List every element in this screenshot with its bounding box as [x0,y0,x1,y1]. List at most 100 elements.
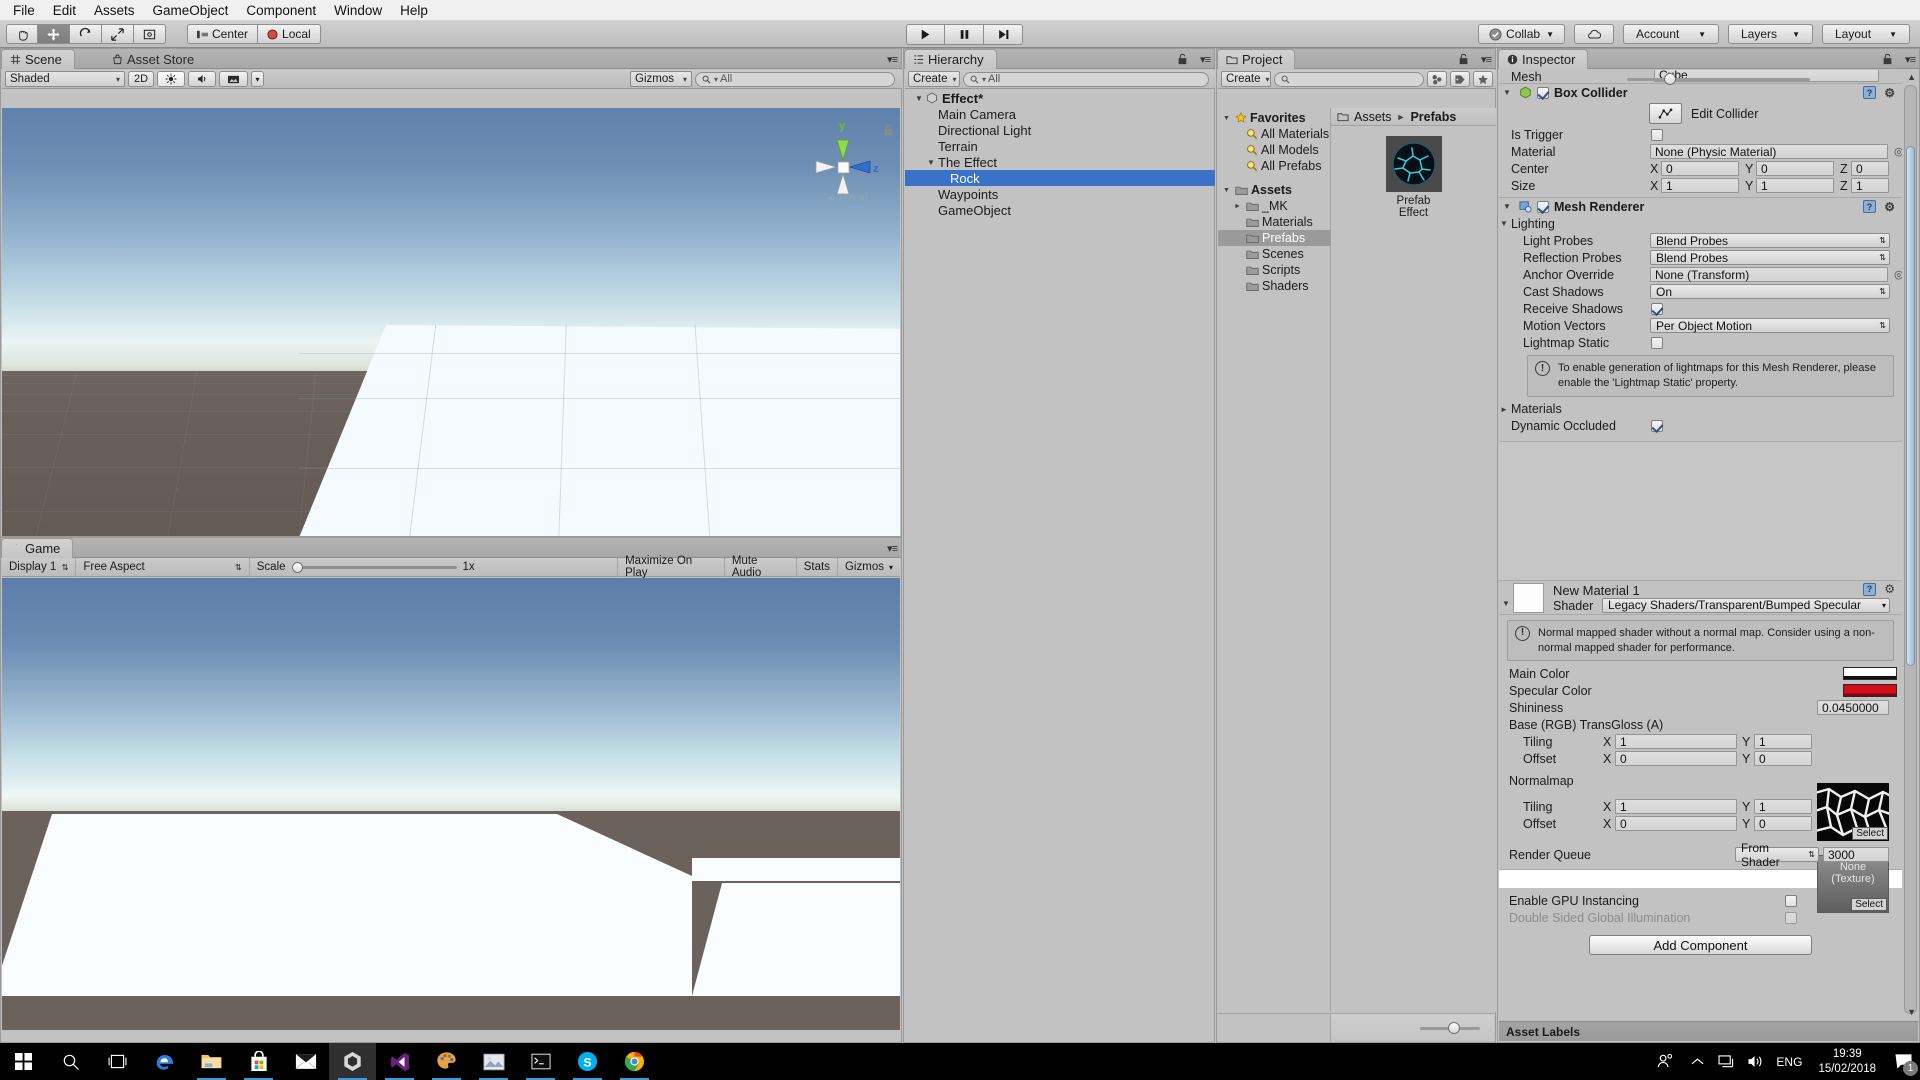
box-collider-header[interactable]: ▼ Box Collider ? ⚙ [1499,83,1902,101]
cloud-button[interactable] [1574,24,1614,44]
game-scale-slider[interactable]: Scale 1x [250,557,619,577]
game-panel-menu-icon[interactable]: ▾≡ [887,542,898,555]
volume-icon[interactable] [1740,1054,1770,1069]
box-collider-foldout-icon[interactable]: ▼ [1503,88,1514,97]
file-explorer-icon[interactable] [188,1043,235,1080]
scene-audio-toggle[interactable] [188,71,217,87]
visual-studio-icon[interactable] [376,1043,423,1080]
hierarchy-create-button[interactable]: Create ▾ [908,71,960,87]
game-viewport[interactable] [2,578,900,1030]
asset-item-prefab-effect[interactable]: Prefab Effect [1384,136,1444,219]
specular-color-swatch[interactable] [1843,684,1897,698]
project-tree[interactable]: ▼ Favorites ▶ All Materials ▶ All Models ▶ All … [1218,108,1331,1012]
scene-gizmos-dropdown[interactable]: Gizmos ▾ [630,71,692,87]
hierarchy-search-input[interactable]: ▾ All [963,71,1209,87]
tab-scene[interactable]: Scene [1,49,75,69]
edit-collider-button[interactable] [1649,103,1682,124]
game-mute-audio-toggle[interactable]: Mute Audio [725,555,797,579]
hand-tool-button[interactable] [6,24,38,44]
move-tool-button[interactable] [38,24,70,44]
project-tree-item-all-models[interactable]: ▶ All Models [1218,142,1330,158]
size-x-field[interactable]: 1 [1661,178,1739,193]
shininess-slider[interactable] [1627,73,1810,85]
normal-tiling-y-field[interactable]: 1 [1754,799,1812,815]
tab-hierarchy[interactable]: Hierarchy [904,49,997,69]
scale-tool-button[interactable] [102,24,134,44]
project-tree-item-prefabs[interactable]: ▶ Prefabs [1218,230,1330,246]
game-display-dropdown[interactable]: Display 1 ⇅ [2,557,77,577]
gpu-instancing-checkbox[interactable] [1785,894,1797,907]
chrome-icon[interactable] [611,1043,658,1080]
pause-button[interactable] [945,24,984,45]
materials-foldout-row[interactable]: ► Materials [1499,401,1902,418]
hierarchy-foldout-icon[interactable]: ▼ [915,94,926,103]
paint-icon[interactable] [423,1043,470,1080]
center-z-field[interactable]: 0 [1851,161,1889,176]
scene-search-input[interactable]: ▾ All [695,71,895,87]
anchor-override-picker-icon[interactable]: ◎ [1894,268,1902,281]
base-texture-preview[interactable]: Select [1817,783,1889,841]
project-tree-item-scripts[interactable]: ▶ Scripts [1218,262,1330,278]
game-maximize-on-play-toggle[interactable]: Maximize On Play [618,555,725,579]
pivot-rotation-button[interactable]: Local [258,24,321,44]
material-settings-icon[interactable]: ⚙ [1884,582,1895,596]
tab-asset-store[interactable]: Asset Store [103,49,207,69]
project-tree-item-shaders[interactable]: ▶ Shaders [1218,278,1330,294]
anchor-override-field[interactable]: None (Transform) [1650,267,1888,282]
dynamic-occluded-checkbox[interactable] [1651,420,1663,433]
inspector-scroll-up-arrow[interactable]: ▲ [1907,72,1916,82]
hierarchy-item-waypoints[interactable]: ▶Waypoints [905,186,1215,202]
project-foldout-icon[interactable]: ▼ [1223,187,1232,194]
scene-panel-menu-icon[interactable]: ▾≡ [887,53,898,66]
breadcrumb-prefabs[interactable]: Prefabs [1410,110,1456,124]
play-button[interactable] [906,24,945,45]
notification-center-icon[interactable]: 1 [1886,1043,1920,1080]
inspector-scrollbar-thumb[interactable] [1906,146,1915,666]
project-tree-item-assets[interactable]: ▼ Assets [1218,182,1330,198]
scene-projection-label[interactable]: ◄ Persp [825,192,868,204]
scene-draw-mode-dropdown[interactable]: Shaded ▾ [5,71,125,87]
normalmap-select-button[interactable]: Select [1851,898,1887,911]
project-tree-item--mk[interactable]: ► _MK [1218,198,1330,214]
menu-file[interactable]: File [4,1,44,20]
rect-tool-button[interactable] [134,24,166,44]
lighting-foldout-row[interactable]: ▼ Lighting [1499,215,1902,232]
tab-game[interactable]: Game [1,538,74,558]
hierarchy-item-rock[interactable]: ▶Rock [905,170,1215,186]
hierarchy-item-main-camera[interactable]: ▶Main Camera [905,106,1215,122]
shininess-field[interactable]: 0.0450000 [1817,700,1889,716]
game-aspect-dropdown[interactable]: Free Aspect ⇅ [76,557,250,577]
menu-component[interactable]: Component [237,1,325,20]
light-probes-dropdown[interactable]: Blend Probes ⇅ [1650,233,1890,248]
network-icon[interactable] [1712,1054,1740,1069]
project-panel-menu-icon[interactable]: ▾≡ [1481,53,1492,66]
material-foldout-icon[interactable]: ▼ [1502,599,1513,608]
project-favorites-button[interactable] [1473,71,1493,87]
game-gizmos-dropdown[interactable]: Gizmos ▾ [838,558,900,577]
mesh-renderer-settings-icon[interactable]: ⚙ [1884,200,1895,214]
mesh-renderer-header[interactable]: ▼ Mesh Renderer ? ⚙ [1499,197,1902,215]
center-x-field[interactable]: 0 [1661,161,1739,176]
project-foldout-icon[interactable]: ▼ [1223,115,1232,122]
menu-help[interactable]: Help [391,1,437,20]
show-hidden-icons-chevron[interactable] [1682,1057,1712,1066]
search-icon[interactable] [47,1043,94,1080]
microsoft-store-icon[interactable] [235,1043,282,1080]
box-collider-help-icon[interactable]: ? [1863,86,1876,99]
base-offset-y-field[interactable]: 0 [1754,751,1812,767]
project-create-button[interactable]: Create ▾ [1221,71,1271,87]
start-button[interactable] [0,1043,47,1080]
normal-tiling-x-field[interactable]: 1 [1615,799,1737,815]
cast-shadows-dropdown[interactable]: On ⇅ [1650,284,1890,299]
main-color-swatch[interactable] [1843,667,1897,681]
project-lock-icon[interactable] [1458,53,1469,65]
menu-edit[interactable]: Edit [44,1,85,20]
add-component-button[interactable]: Add Component [1589,935,1812,956]
render-queue-dropdown[interactable]: From Shader ⇅ [1735,841,1819,869]
mesh-renderer-help-icon[interactable]: ? [1863,200,1876,213]
scene-viewport[interactable]: y z ◄ Persp [2,108,900,536]
render-queue-field[interactable]: 3000 [1823,847,1889,863]
menu-assets[interactable]: Assets [85,1,144,20]
project-tree-item-favorites[interactable]: ▼ Favorites [1218,110,1330,126]
menu-gameobject[interactable]: GameObject [144,1,238,20]
